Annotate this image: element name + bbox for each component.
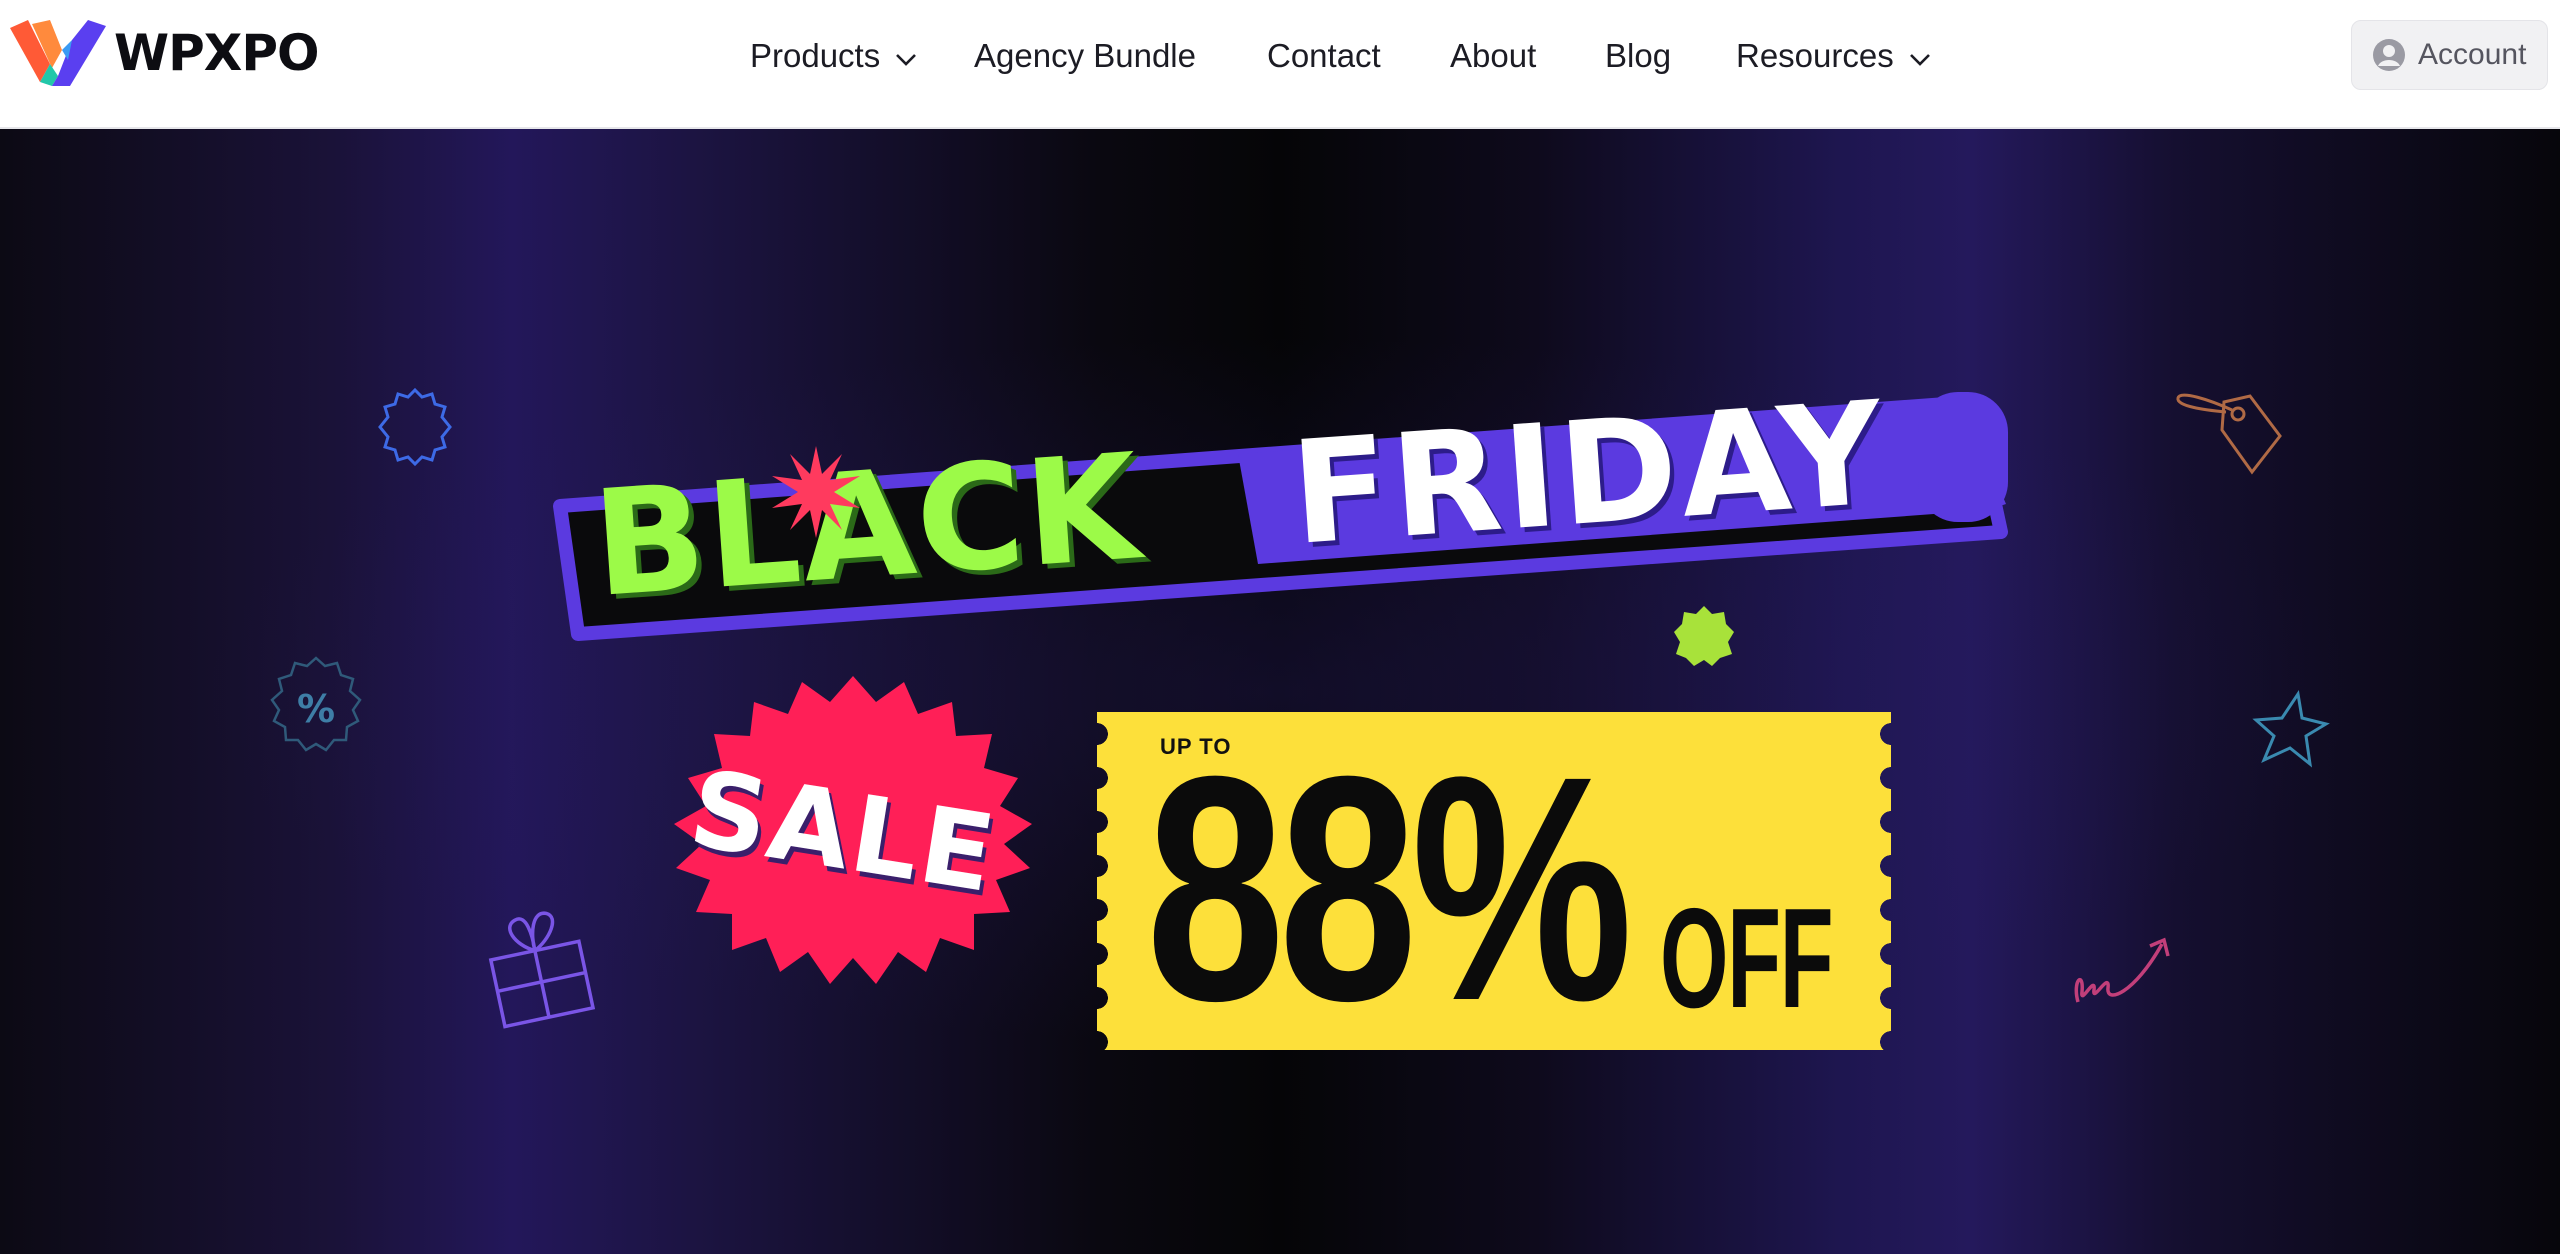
discount-suffix: OFF bbox=[1660, 879, 1834, 1038]
account-button[interactable]: Account bbox=[2351, 20, 2548, 90]
svg-text:%: % bbox=[297, 687, 335, 731]
nav-item-label: Products bbox=[750, 37, 881, 74]
percent-badge-icon: % bbox=[270, 656, 362, 752]
discount-value: 88% bbox=[1146, 709, 1633, 1067]
green-burst-icon bbox=[1674, 606, 1734, 666]
nav-item-label: Agency Bundle bbox=[974, 37, 1196, 74]
nav-item-about[interactable]: About bbox=[1450, 30, 1536, 82]
chevron-down-icon bbox=[896, 54, 917, 66]
user-circle-icon bbox=[2373, 39, 2405, 71]
burst-star-icon bbox=[772, 446, 860, 538]
nav-item-label: About bbox=[1450, 37, 1537, 74]
black-friday-hero[interactable] bbox=[0, 129, 2560, 1254]
nav-item-label: Blog bbox=[1605, 37, 1672, 74]
nav-item-blog[interactable]: Blog bbox=[1605, 30, 1671, 82]
gift-icon bbox=[488, 911, 596, 1029]
logo[interactable]: WPXPO bbox=[10, 20, 319, 86]
nav-item-label: Contact bbox=[1267, 37, 1381, 74]
site-header: WPXPO Products Agency Bundle Contact Abo… bbox=[0, 0, 2560, 129]
nav-item-agency-bundle[interactable]: Agency Bundle bbox=[974, 30, 1196, 82]
squiggle-arrow-icon bbox=[2074, 937, 2170, 1003]
price-tag-icon bbox=[2176, 393, 2282, 475]
nav-item-contact[interactable]: Contact bbox=[1267, 30, 1381, 82]
star-outline-icon bbox=[2252, 690, 2330, 768]
nav-item-products[interactable]: Products bbox=[750, 30, 918, 82]
nav-item-resources[interactable]: Resources bbox=[1736, 30, 1932, 82]
wpxpo-logo-icon bbox=[10, 20, 106, 86]
chevron-down-icon bbox=[1909, 54, 1930, 66]
account-label: Account bbox=[2418, 38, 2527, 71]
nav-item-label: Resources bbox=[1736, 37, 1894, 74]
badge-outline-icon bbox=[378, 387, 452, 467]
brand-name: WPXPO bbox=[114, 24, 319, 82]
